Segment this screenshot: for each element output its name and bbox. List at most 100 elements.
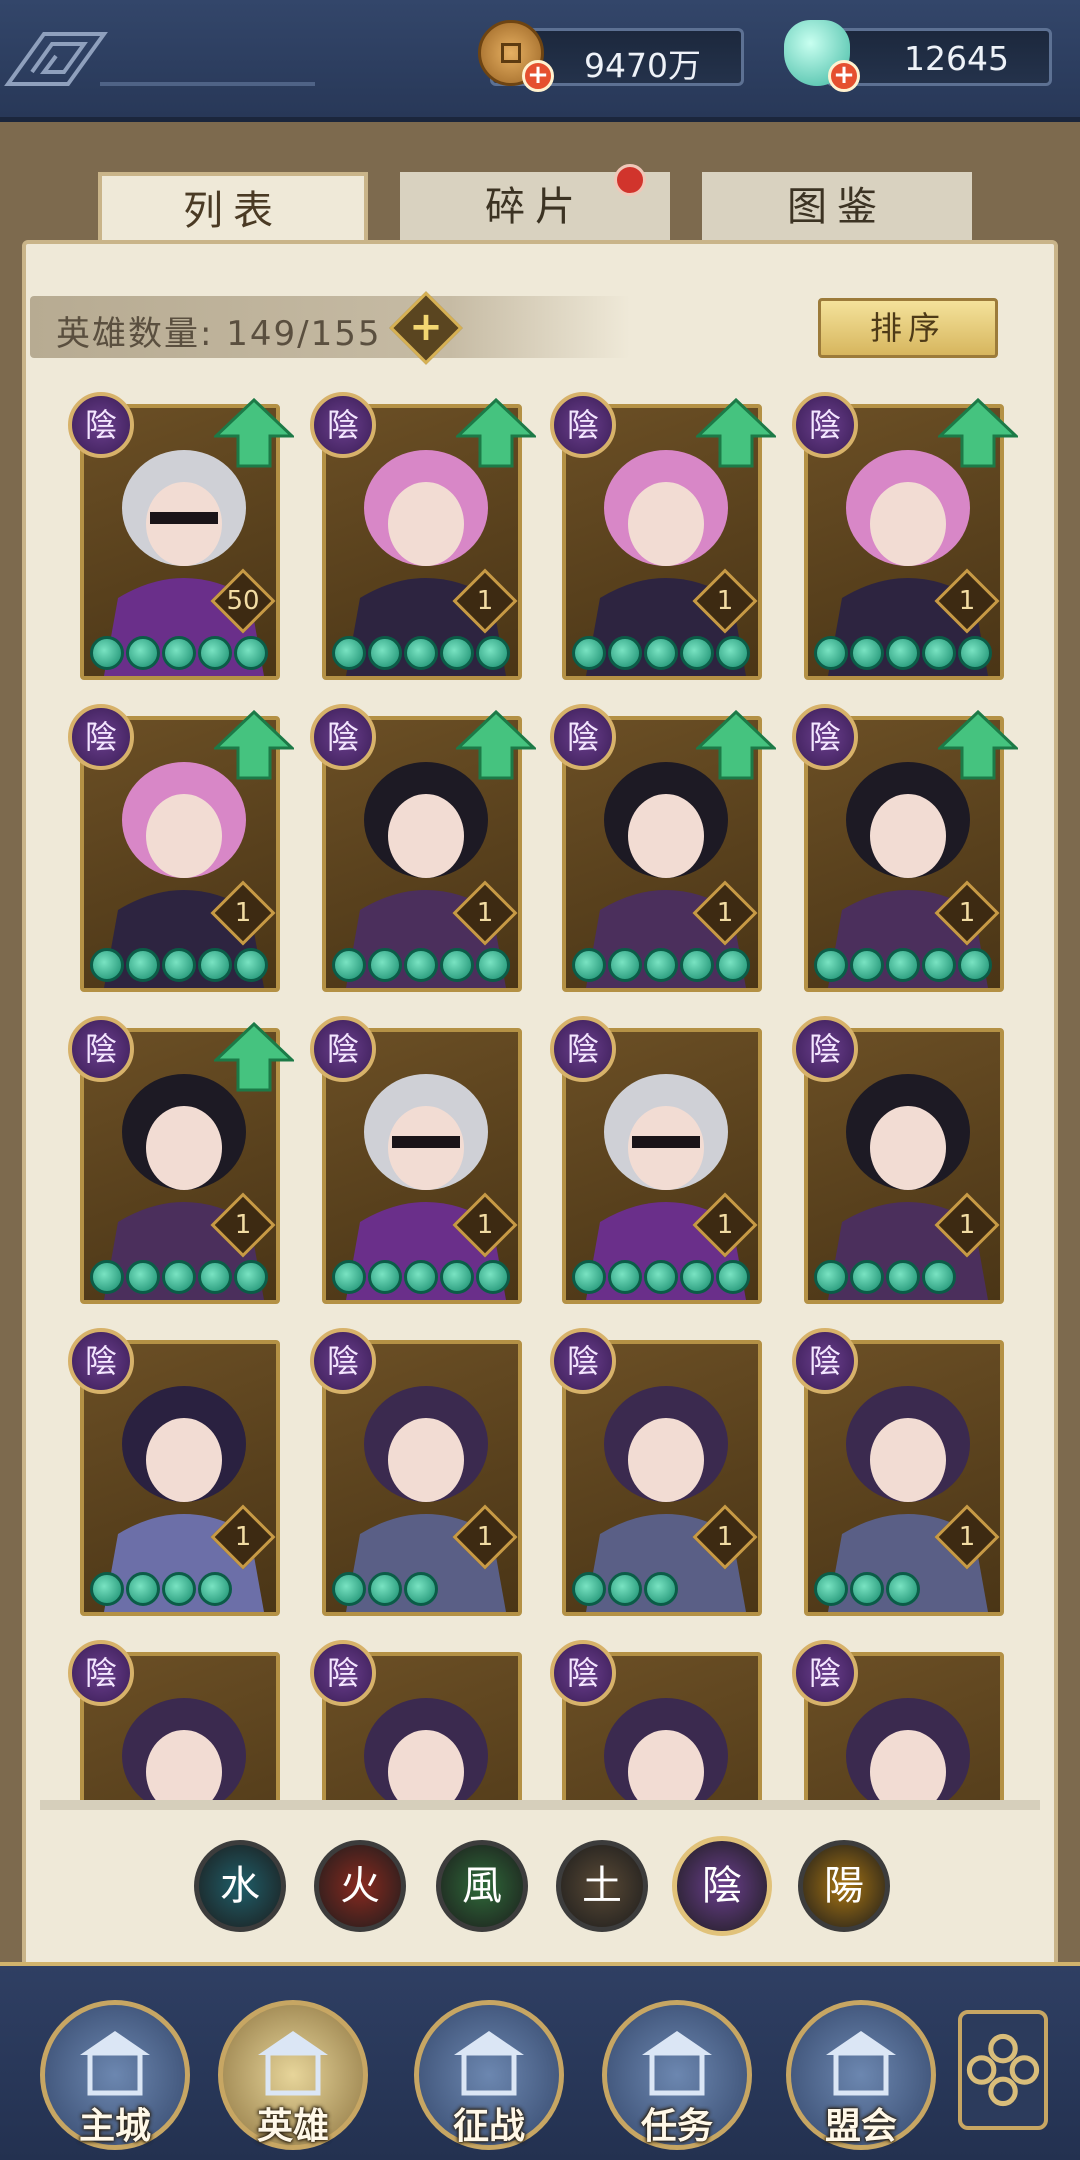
star-icon bbox=[162, 636, 196, 670]
nav-label: 主城 bbox=[78, 2106, 151, 2147]
nav-battle[interactable]: 征战 bbox=[414, 2000, 564, 2150]
element-filter-bar: 水火風土陰陽 bbox=[0, 1830, 1080, 1950]
star-icon bbox=[922, 1260, 956, 1294]
yin-element-badge: 陰 bbox=[550, 1016, 616, 1082]
hero-level: 1 bbox=[476, 586, 494, 616]
menu-button[interactable] bbox=[958, 2010, 1048, 2130]
hero-level: 1 bbox=[716, 586, 734, 616]
nav-guild[interactable]: 盟会 bbox=[786, 2000, 936, 2150]
yin-element-badge: 陰 bbox=[792, 1016, 858, 1082]
element-filter-water[interactable]: 水 bbox=[194, 1840, 286, 1932]
star-icon bbox=[332, 1260, 366, 1294]
nav-label: 任务 bbox=[640, 2106, 713, 2147]
star-icon bbox=[162, 1260, 196, 1294]
star-icon bbox=[90, 636, 124, 670]
hero-level: 1 bbox=[716, 1210, 734, 1240]
star-icon bbox=[572, 636, 606, 670]
star-icon bbox=[126, 948, 160, 982]
hero-stars bbox=[332, 1260, 510, 1294]
hero-stars bbox=[814, 1572, 920, 1606]
star-icon bbox=[680, 1260, 714, 1294]
star-icon bbox=[850, 1260, 884, 1294]
star-icon bbox=[850, 636, 884, 670]
star-icon bbox=[332, 636, 366, 670]
star-icon bbox=[608, 1572, 642, 1606]
upgrade-arrow-icon bbox=[938, 398, 1018, 468]
upgrade-arrow-icon bbox=[214, 1022, 294, 1092]
hero-stars bbox=[572, 948, 750, 982]
star-icon bbox=[572, 1572, 606, 1606]
grid-scroll-edge bbox=[40, 1800, 1040, 1810]
star-icon bbox=[234, 948, 268, 982]
yin-element-badge: 陰 bbox=[550, 1328, 616, 1394]
star-icon bbox=[368, 948, 402, 982]
yin-element-badge: 陰 bbox=[550, 392, 616, 458]
star-icon bbox=[368, 1260, 402, 1294]
hero-stars bbox=[332, 636, 510, 670]
star-icon bbox=[368, 636, 402, 670]
upgrade-arrow-icon bbox=[938, 710, 1018, 780]
hero-level: 1 bbox=[234, 898, 252, 928]
yin-element-badge: 陰 bbox=[310, 392, 376, 458]
element-filter-earth[interactable]: 土 bbox=[556, 1840, 648, 1932]
nav-hero[interactable]: 英雄 bbox=[218, 2000, 368, 2150]
star-icon bbox=[404, 636, 438, 670]
upgrade-arrow-icon bbox=[696, 398, 776, 468]
star-icon bbox=[126, 1572, 160, 1606]
hero-level: 1 bbox=[958, 586, 976, 616]
star-icon bbox=[814, 636, 848, 670]
hero-stars bbox=[332, 1572, 438, 1606]
star-icon bbox=[332, 948, 366, 982]
hero-stars bbox=[572, 636, 750, 670]
star-icon bbox=[332, 1572, 366, 1606]
star-icon bbox=[368, 1572, 402, 1606]
hero-level: 50 bbox=[226, 586, 260, 616]
star-icon bbox=[126, 1260, 160, 1294]
star-icon bbox=[404, 1572, 438, 1606]
nav-city[interactable]: 主城 bbox=[40, 2000, 190, 2150]
star-icon bbox=[404, 948, 438, 982]
hero-level: 1 bbox=[958, 1522, 976, 1552]
yin-element-badge: 陰 bbox=[310, 1328, 376, 1394]
star-icon bbox=[162, 948, 196, 982]
star-icon bbox=[680, 636, 714, 670]
yin-element-badge: 陰 bbox=[792, 1640, 858, 1706]
yin-element-badge: 陰 bbox=[792, 1328, 858, 1394]
star-icon bbox=[476, 636, 510, 670]
element-filter-wind[interactable]: 風 bbox=[436, 1840, 528, 1932]
star-icon bbox=[922, 948, 956, 982]
yin-element-badge: 陰 bbox=[792, 704, 858, 770]
hero-stars bbox=[90, 636, 268, 670]
element-filter-yang[interactable]: 陽 bbox=[798, 1840, 890, 1932]
hero-level: 1 bbox=[234, 1210, 252, 1240]
nav-quest[interactable]: 任务 bbox=[602, 2000, 752, 2150]
star-icon bbox=[886, 1260, 920, 1294]
star-icon bbox=[198, 1572, 232, 1606]
upgrade-arrow-icon bbox=[696, 710, 776, 780]
menu-icon bbox=[966, 2033, 1040, 2107]
yin-element-badge: 陰 bbox=[68, 1328, 134, 1394]
nav-label: 盟会 bbox=[824, 2106, 897, 2147]
element-filter-fire[interactable]: 火 bbox=[314, 1840, 406, 1932]
star-icon bbox=[644, 636, 678, 670]
star-icon bbox=[234, 1260, 268, 1294]
yin-element-badge: 陰 bbox=[68, 1640, 134, 1706]
yin-element-badge: 陰 bbox=[310, 704, 376, 770]
star-icon bbox=[886, 948, 920, 982]
star-icon bbox=[198, 948, 232, 982]
yin-element-badge: 陰 bbox=[550, 1640, 616, 1706]
star-icon bbox=[440, 1260, 474, 1294]
upgrade-arrow-icon bbox=[214, 710, 294, 780]
star-icon bbox=[572, 948, 606, 982]
star-icon bbox=[814, 948, 848, 982]
hero-level: 1 bbox=[476, 898, 494, 928]
star-icon bbox=[922, 636, 956, 670]
star-icon bbox=[608, 636, 642, 670]
element-filter-yin[interactable]: 陰 bbox=[672, 1836, 772, 1936]
star-icon bbox=[814, 1572, 848, 1606]
star-icon bbox=[90, 1260, 124, 1294]
star-icon bbox=[958, 948, 992, 982]
star-icon bbox=[440, 948, 474, 982]
hero-stars bbox=[572, 1572, 678, 1606]
star-icon bbox=[716, 948, 750, 982]
